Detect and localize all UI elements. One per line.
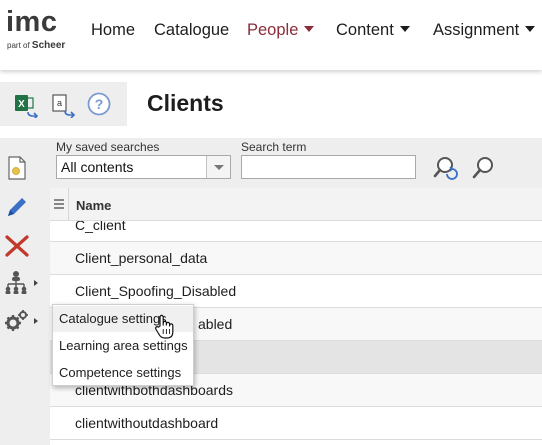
- saved-searches-label: My saved searches: [56, 140, 160, 154]
- submenu-caret-icon: [34, 280, 38, 286]
- imc-logo[interactable]: imc part of Scheer: [6, 6, 66, 52]
- menu-item-competence-settings[interactable]: Competence settings: [53, 360, 193, 386]
- action-sidebar: [0, 138, 50, 445]
- search-term-input[interactable]: [241, 155, 416, 179]
- column-divider: [68, 188, 69, 221]
- row-name: Client_Spoofing_Disabled: [75, 283, 237, 299]
- search-term-label: Search term: [241, 140, 307, 154]
- column-header-name[interactable]: Name: [76, 198, 111, 213]
- excel-export-icon[interactable]: X: [13, 92, 39, 120]
- hand-pointer-cursor-icon: [154, 314, 176, 340]
- nav-catalogue[interactable]: Catalogue: [154, 21, 229, 40]
- row-name: abled: [198, 316, 233, 332]
- logo-tagline-prefix: part of: [7, 41, 30, 50]
- chevron-down-icon[interactable]: [206, 156, 230, 178]
- row-name: C_client: [75, 221, 126, 233]
- table-row[interactable]: clientwithoutdashboard: [50, 407, 542, 440]
- nav-home[interactable]: Home: [91, 21, 135, 40]
- text-export-icon[interactable]: a: [50, 92, 76, 119]
- saved-searches-value: All contents: [61, 159, 134, 175]
- chevron-down-icon: [525, 26, 536, 32]
- row-name: Client_personal_data: [75, 250, 208, 266]
- svg-text:a: a: [57, 98, 62, 108]
- logo-tagline-brand: Scheer: [31, 40, 66, 51]
- svg-text:?: ?: [95, 96, 104, 112]
- table-row[interactable]: C_client: [50, 221, 542, 242]
- search-reset-icon[interactable]: [432, 155, 460, 183]
- help-icon[interactable]: ?: [87, 92, 113, 118]
- edit-pencil-icon[interactable]: [4, 195, 30, 221]
- delete-x-icon[interactable]: [4, 233, 30, 259]
- chevron-down-icon: [399, 26, 410, 32]
- org-hierarchy-icon[interactable]: [4, 270, 30, 296]
- nav-people[interactable]: People: [247, 21, 315, 40]
- submenu-caret-icon: [34, 318, 38, 324]
- logo-tagline: part of Scheer: [7, 40, 65, 51]
- table-header: Name: [50, 188, 542, 221]
- saved-searches-select[interactable]: All contents: [56, 155, 231, 179]
- nav-assignment[interactable]: Assignment: [433, 21, 536, 40]
- logo-brand-text: imc: [6, 6, 58, 38]
- page-toolbar: X a ?: [0, 82, 127, 126]
- new-document-icon[interactable]: [5, 155, 31, 181]
- table-row[interactable]: Client_personal_data: [50, 242, 542, 275]
- nav-content[interactable]: Content: [336, 21, 410, 40]
- search-icon[interactable]: [471, 155, 497, 181]
- row-name: clientwithoutdashboard: [75, 415, 219, 431]
- chevron-down-icon: [304, 26, 315, 32]
- column-menu-icon[interactable]: [54, 199, 64, 209]
- svg-text:X: X: [18, 99, 25, 110]
- settings-gears-icon[interactable]: [4, 308, 30, 334]
- top-navigation-bar: imc part of Scheer Home Catalogue People…: [0, 0, 542, 70]
- page-title: Clients: [147, 90, 224, 116]
